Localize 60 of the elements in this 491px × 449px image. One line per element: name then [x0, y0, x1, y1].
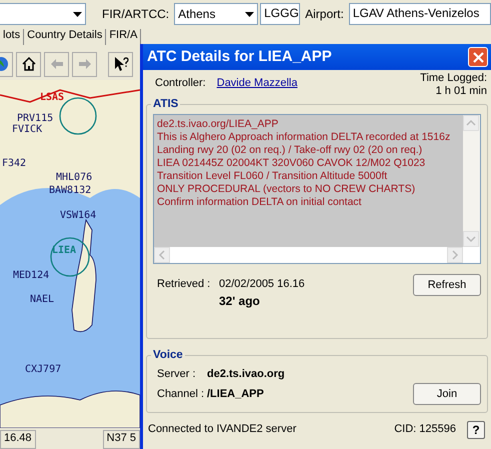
server-value: de2.ts.ivao.org: [207, 368, 285, 382]
status-text: Connected to IVANDE2 server: [148, 423, 296, 437]
atis-line: Landing rwy 20 (02 on req.) / Take-off rwy 02 (20 on req.): [157, 144, 424, 157]
input-field[interactable]: LGAV Athens-Venizelos: [348, 3, 491, 25]
text-area[interactable]: [153, 114, 481, 264]
field-label: Channel :: [157, 388, 206, 401]
map-label: MED124: [13, 270, 50, 281]
field-label: Server :: [157, 368, 197, 382]
tab[interactable]: Country Details: [24, 29, 106, 45]
atis-line: Transition Level FL060 / Transition Altitude 5000ft: [157, 170, 388, 183]
map-label: LIEA: [52, 245, 76, 256]
dropdown-field[interactable]: [0, 3, 86, 25]
scroll-left-icon: [154, 247, 170, 263]
atis-line: This is Alghero Approach information DELTA recorded at 1516z: [157, 131, 452, 144]
time-logged-value: 1 h 01 min: [434, 85, 487, 98]
map-label: VSW164: [60, 210, 96, 221]
input-field[interactable]: LGGG: [260, 3, 300, 25]
pointer-help-icon: [112, 56, 128, 72]
field-label: Retrieved :: [157, 278, 212, 292]
tab[interactable]: lots: [0, 29, 24, 45]
forward-arrow-icon: [76, 56, 92, 72]
close-icon: [472, 52, 484, 62]
atis-line: ONLY PROCEDURAL (vectors to NO CREW CHARTS): [157, 183, 416, 196]
toolbar-button[interactable]: [108, 52, 133, 76]
field-label: Time Logged:: [420, 72, 487, 85]
field-label: Controller:: [155, 77, 206, 90]
scrollbar[interactable]: [463, 115, 480, 247]
status-text: N37 5: [102, 430, 140, 449]
atis-line: Confirm information DELTA on initial contact: [157, 196, 362, 209]
map-label: BAW8132: [49, 185, 92, 196]
map-label: MHL076: [56, 172, 92, 183]
scroll-up-icon: [463, 115, 479, 131]
scroll-right-icon: [447, 247, 463, 263]
home-icon: [20, 56, 36, 72]
help-button[interactable]: ?: [467, 421, 485, 439]
field-label: FIR/ARTCC:: [102, 6, 170, 22]
scroll-down-icon: [463, 231, 479, 247]
dropdown-icon: [72, 12, 82, 16]
join-button[interactable]: Join: [413, 383, 481, 406]
scrollbar[interactable]: [154, 247, 480, 263]
window-title: ATC Details for LIEA_APP: [147, 48, 332, 66]
map-label: CXJ797: [25, 364, 62, 375]
cid-text: CID: 125596: [394, 423, 456, 437]
status-text: 16.48: [0, 430, 36, 449]
dropdown-icon: [244, 12, 254, 16]
close-button[interactable]: [468, 47, 488, 67]
controller-link[interactable]: Davide Mazzella: [216, 77, 298, 90]
retrieved-value: 02/02/2005 16.16: [219, 278, 305, 292]
dropdown-field[interactable]: Athens: [174, 3, 258, 25]
atis-line: de2.ts.ivao.org/LIEA_APP: [157, 118, 280, 131]
field-label: Airport:: [305, 6, 344, 22]
toolbar-button[interactable]: [16, 52, 41, 76]
channel-value: /LIEA_APP: [207, 388, 264, 401]
map-label: FVICK: [12, 124, 42, 135]
atis-line: LIEA 021445Z 02004KT 320V060 CAVOK 12/M02 Q1023: [157, 157, 426, 170]
map-label: NAEL: [30, 294, 54, 305]
refresh-button[interactable]: Refresh: [413, 274, 481, 296]
map-label: F342: [2, 158, 26, 169]
age-text: 32' ago: [219, 294, 261, 309]
map-label: PRV115: [17, 113, 54, 124]
